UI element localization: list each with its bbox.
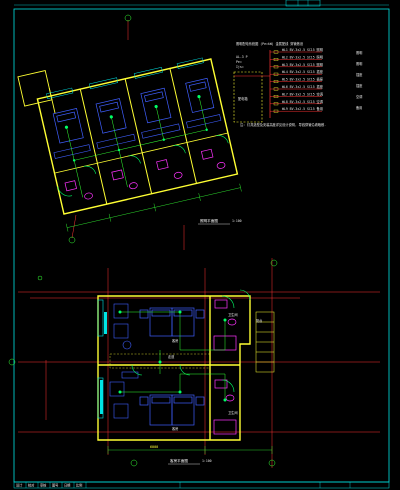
schematic-right-label: 插座 — [356, 72, 363, 77]
schematic-title: 照明配电系统图 (Pe=kW) 金属配线 穿管敷设 — [236, 41, 304, 46]
schematic-incoming-1: AL-3 P — [236, 55, 248, 59]
title-block-check: 校对 — [28, 483, 35, 488]
schematic-right-label: 照明 — [356, 51, 362, 55]
lower-armchairs — [109, 303, 139, 419]
title-block-approve: 审核 — [40, 483, 47, 488]
upper-stair-wall — [17, 70, 53, 107]
upper-partition-2 — [124, 78, 153, 194]
schematic-right-labels: 照明照明插座插座空调备用 — [356, 51, 363, 110]
schematic-circuit-label: WL1 BV-3x2.5 SC15 照明 — [282, 48, 323, 52]
upper-axis-lines — [71, 20, 185, 250]
title-block-design: 设计 — [16, 483, 23, 488]
lower-doors — [131, 289, 251, 393]
schematic-circuit-label: WL2 BV-3x2.5 SC15 照明 — [282, 55, 323, 59]
upper-partition-1 — [79, 89, 108, 205]
schematic-panel-label: 配电箱 — [238, 96, 248, 101]
upper-wardrobes — [53, 114, 222, 159]
lower-dimension-value: 6000 — [150, 445, 158, 449]
title-block-number: 图号 — [52, 483, 58, 488]
lower-window-sills — [100, 312, 107, 414]
upper-partition-3 — [169, 68, 197, 184]
lower-beds — [139, 307, 205, 426]
lower-axis-bubbles — [8, 259, 278, 467]
schematic-circuit-label: WL5 BV-3x2.5 SC15 插座 — [282, 77, 324, 82]
lower-axis-lines — [18, 258, 380, 468]
room-label-2: 卫生间 — [228, 410, 238, 415]
room-label-3: 客房 — [172, 426, 178, 431]
upper-plan-scale: 1:100 — [232, 219, 242, 223]
room-label-5: 阳台 — [256, 318, 262, 323]
schematic-circuit-label: WL6 BV-3x2.5 SC15 插座 — [282, 84, 324, 89]
schematic-circuit-label: WL9 BV-3x2.5 SC15 备用 — [282, 106, 323, 111]
upper-beds — [52, 77, 215, 144]
schematic-circuit-label: WL3 BV-3x2.5 SC15 照明 — [282, 63, 323, 67]
upper-plan-caption: 照明平面图 — [200, 218, 218, 223]
schematic-incoming-2: Pe= — [236, 60, 242, 64]
schematic-circuit-label: WL8 BV-3x2.5 SC15 空调 — [282, 99, 323, 104]
room-label-0: 卫生间 — [228, 312, 238, 317]
title-block-cells — [25, 482, 351, 488]
cad-canvas: 设计 校对 审核 图号 日期 比例 照明平面图 1:100 照明配电系统图 (P… — [8, 0, 390, 489]
cad-drawing-sheet: 设计 校对 审核 图号 日期 比例 照明平面图 1:100 照明配电系统图 (P… — [0, 0, 400, 490]
room-label-4: 走道 — [168, 354, 175, 359]
schematic-right-label: 空调 — [356, 94, 362, 99]
schematic-note: 注: 灯具选型及安装高度详见设计说明, 导线穿管沿墙暗敷. — [240, 122, 326, 127]
upper-lighting-plan: 照明平面图 1:100 — [17, 14, 242, 250]
schematic-right-label: 备用 — [356, 105, 362, 110]
title-block-date: 日期 — [64, 483, 70, 488]
distribution-schematic: 照明配电系统图 (Pe=kW) 金属配线 穿管敷设 AL-3 P Pe= Ijs… — [233, 41, 363, 127]
lower-plan-caption: 客房平面图 — [170, 458, 188, 463]
schematic-circuit-label: WL4 BV-3x2.5 SC15 插座 — [282, 69, 324, 74]
title-block-scale: 比例 — [76, 483, 82, 488]
lower-plan-scale: 1:100 — [202, 459, 212, 463]
schematic-right-label: 照明 — [356, 62, 362, 66]
schematic-right-label: 插座 — [356, 83, 363, 88]
lower-room-plan: 客房 客房 卫生间 卫生间 走道 阳台 6000 客房平面图 1:100 — [8, 258, 380, 468]
room-label-1: 客房 — [172, 338, 178, 343]
upper-doors — [57, 135, 229, 197]
schematic-incoming-3: Ijs= — [236, 65, 244, 69]
schematic-circuits: WL1 BV-3x2.5 SC15 照明 WL2 BV-3x2.5 SC15 照明… — [270, 48, 324, 113]
schematic-circuit-label: WL7 BV-3x2.5 SC15 空调 — [282, 91, 323, 96]
